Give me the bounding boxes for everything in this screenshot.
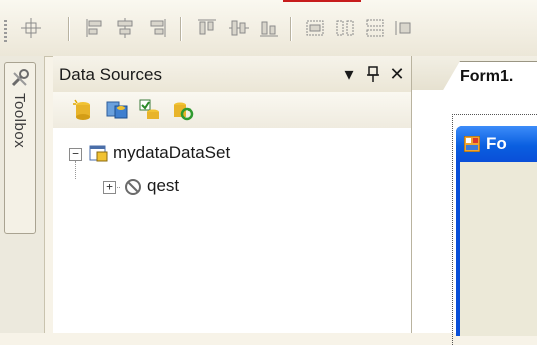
tree-connector <box>75 161 76 179</box>
toolbar-grip[interactable] <box>4 20 7 42</box>
no-binding-icon <box>123 177 143 197</box>
form1-window[interactable]: Fo <box>456 126 537 336</box>
auto-hide-pin-icon[interactable] <box>363 64 383 84</box>
form-icon <box>463 135 481 153</box>
tree-node-table[interactable]: qest <box>147 176 179 196</box>
panel-header: Data Sources ▾ ✕ <box>53 56 411 93</box>
align-rights-icon[interactable] <box>146 17 168 39</box>
form-title-bar: Fo <box>456 126 537 162</box>
collapse-node-icon[interactable]: − <box>69 148 82 161</box>
layout-toolbar <box>0 0 537 57</box>
tree-node-dataset[interactable]: mydataDataSet <box>113 143 230 163</box>
toolbar-accent-line <box>283 0 361 2</box>
center-horizontally-icon[interactable] <box>394 17 416 39</box>
refresh-icon[interactable] <box>171 98 195 122</box>
toolbox-strip: Toolbox <box>0 56 45 333</box>
align-middles-icon[interactable] <box>228 17 250 39</box>
tab-form1-label: Form1. <box>460 68 514 85</box>
expand-node-icon[interactable]: + <box>103 181 116 194</box>
close-icon[interactable]: ✕ <box>387 64 407 84</box>
vertical-spacing-icon[interactable] <box>364 17 386 39</box>
toolbar-separator <box>68 17 69 41</box>
dataset-icon <box>89 143 109 163</box>
toolbar-separator <box>290 17 291 41</box>
data-sources-tree: − mydataDataSet + qest <box>53 128 411 333</box>
form-title: Fo <box>486 134 507 153</box>
form-client-area <box>460 162 537 336</box>
align-tops-icon[interactable] <box>196 17 218 39</box>
make-same-size-icon[interactable] <box>304 17 326 39</box>
toolbox-icon <box>10 69 30 89</box>
toolbar-separator <box>180 17 181 41</box>
data-sources-panel: Data Sources ▾ ✕ − mydataDataSet + qest <box>53 56 412 333</box>
form-designer-area: Form1. Fo <box>412 56 537 345</box>
document-tabstrip: Form1. <box>412 56 537 92</box>
align-lefts-icon[interactable] <box>84 17 106 39</box>
horizontal-spacing-icon[interactable] <box>334 17 356 39</box>
window-position-dropdown-icon[interactable]: ▾ <box>339 64 359 84</box>
edit-dataset-with-designer-icon[interactable] <box>105 98 129 122</box>
toolbox-label: Toolbox <box>11 93 28 149</box>
align-to-grid-icon[interactable] <box>20 17 42 39</box>
configure-dataset-icon[interactable] <box>137 98 161 122</box>
toolbox-tab[interactable]: Toolbox <box>4 62 36 234</box>
add-new-data-source-icon[interactable] <box>71 98 95 122</box>
align-centers-icon[interactable] <box>114 17 136 39</box>
panel-toolbar <box>53 92 411 129</box>
design-canvas: Fo <box>412 90 537 345</box>
panel-title: Data Sources <box>59 65 162 84</box>
align-bottoms-icon[interactable] <box>258 17 280 39</box>
